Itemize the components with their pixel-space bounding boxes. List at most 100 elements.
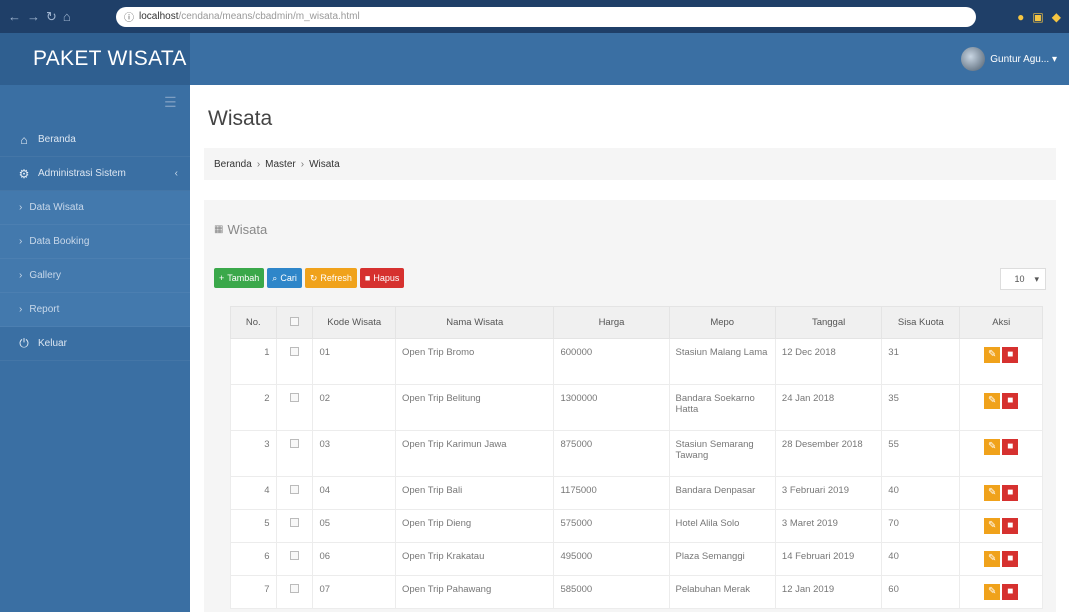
site-info-icon[interactable]: ⓘ: [124, 9, 134, 24]
address-bar[interactable]: ⓘ localhost /cendana/means/cbadmin/m_wis…: [116, 6, 976, 27]
edit-icon[interactable]: ✎: [984, 551, 1001, 567]
cell-nama: Open Trip Karimun Jawa: [394, 430, 555, 477]
cell-no: 3: [230, 430, 277, 477]
cell-select: [275, 476, 314, 510]
header-tanggal[interactable]: Tanggal: [774, 306, 883, 339]
trash-icon[interactable]: ■: [1002, 518, 1019, 534]
reload-icon[interactable]: ↻: [46, 9, 57, 25]
table-icon: ▦: [214, 224, 224, 235]
trash-icon[interactable]: ■: [1002, 551, 1019, 567]
row-checkbox[interactable]: [290, 347, 300, 356]
main-content: Wisata Beranda › Master › Wisata ▦ Wisat…: [190, 85, 1069, 612]
user-name: Guntur Agu... ▾: [990, 53, 1057, 65]
cell-harga: 495000: [553, 542, 670, 576]
cell-kode: 01: [312, 338, 396, 385]
sidebar-item-label: Report: [29, 304, 60, 315]
cell-no: 7: [230, 575, 277, 609]
breadcrumb-item: Wisata: [309, 158, 340, 170]
header-harga[interactable]: Harga: [553, 306, 670, 339]
cell-select: [275, 430, 314, 477]
select-all-checkbox[interactable]: [290, 316, 300, 326]
panel-title-text: Wisata: [227, 222, 268, 237]
search-button-label: Cari: [280, 273, 297, 283]
back-icon[interactable]: ←: [8, 9, 21, 25]
menu-toggle-icon[interactable]: ☰: [164, 95, 180, 109]
user-menu[interactable]: Guntur Agu... ▾: [961, 47, 1069, 71]
cell-mepo: Bandara Soekarno Hatta: [668, 384, 776, 431]
cell-mepo: Hotel Alila Solo: [668, 509, 776, 543]
extension-icon[interactable]: ▣: [1032, 10, 1043, 24]
header-kode[interactable]: Kode Wisata: [312, 306, 396, 339]
sidebar-item-gallery[interactable]: › Gallery: [0, 259, 190, 293]
header-mepo[interactable]: Mepo: [668, 306, 776, 339]
forward-icon[interactable]: →: [27, 9, 40, 25]
edit-icon[interactable]: ✎: [984, 347, 1001, 363]
cell-no: 2: [230, 384, 277, 431]
sidebar-item-administrasi[interactable]: ⚙ Administrasi Sistem ‹: [0, 157, 190, 191]
cell-tanggal: 28 Desember 2018: [774, 430, 883, 477]
sidebar-item-label: Data Wisata: [29, 202, 84, 213]
cell-harga: 1175000: [553, 476, 670, 510]
add-button[interactable]: + Tambah: [214, 268, 265, 288]
trash-icon[interactable]: ■: [1002, 584, 1019, 600]
table-row: 6 06 Open Trip Krakatau 495000 Plaza Sem…: [230, 542, 1043, 576]
page-size-select[interactable]: 10 ▾: [1000, 268, 1046, 290]
extension-icon[interactable]: ●: [1017, 10, 1024, 24]
cell-mepo: Stasiun Semarang Tawang: [668, 430, 776, 477]
breadcrumb-item[interactable]: Beranda: [214, 159, 252, 170]
trash-icon[interactable]: ■: [1002, 485, 1019, 501]
table-header-row: No. Kode Wisata Nama Wisata Harga Mepo T…: [230, 306, 1043, 339]
cell-kuota: 40: [881, 542, 961, 576]
row-checkbox[interactable]: [290, 584, 300, 593]
chevron-right-icon: ›: [19, 270, 23, 281]
cell-kode: 05: [312, 509, 396, 543]
header-kuota[interactable]: Sisa Kuota: [881, 306, 961, 339]
cogs-icon: ⚙: [18, 166, 30, 181]
sidebar: ☰ ⌂ Beranda ⚙ Administrasi Sistem ‹ › Da…: [0, 85, 190, 612]
row-checkbox[interactable]: [290, 393, 300, 402]
search-icon: ⌕: [272, 272, 278, 283]
brand-logo[interactable]: PAKET WISATA: [0, 33, 190, 85]
edit-icon[interactable]: ✎: [984, 485, 1001, 501]
header-no[interactable]: No.: [230, 306, 277, 339]
profile-icon[interactable]: ◆: [1052, 10, 1061, 24]
sidebar-item-data-booking[interactable]: › Data Booking: [0, 225, 190, 259]
home-browser-icon[interactable]: ⌂: [63, 9, 71, 25]
cell-mepo: Plaza Semanggi: [668, 542, 776, 576]
edit-icon[interactable]: ✎: [984, 518, 1001, 534]
cell-tanggal: 24 Jan 2018: [774, 384, 883, 431]
chevron-right-icon: ›: [19, 304, 23, 315]
refresh-icon: ↻: [309, 272, 318, 283]
sidebar-item-label: Keluar: [38, 338, 67, 349]
refresh-button[interactable]: ↻ Refresh: [304, 268, 357, 288]
sidebar-item-keluar[interactable]: ⏻ Keluar: [0, 327, 190, 361]
cell-tanggal: 12 Dec 2018: [774, 338, 883, 385]
top-navbar: PAKET WISATA Guntur Agu... ▾: [0, 33, 1069, 85]
edit-icon[interactable]: ✎: [984, 439, 1001, 455]
sidebar-item-beranda[interactable]: ⌂ Beranda: [0, 123, 190, 157]
table-row: 2 02 Open Trip Belitung 1300000 Bandara …: [230, 384, 1043, 431]
plus-icon: +: [219, 273, 225, 283]
cell-mepo: Bandara Denpasar: [668, 476, 776, 510]
trash-icon: ■: [364, 273, 371, 283]
row-checkbox[interactable]: [290, 518, 300, 527]
edit-icon[interactable]: ✎: [984, 584, 1001, 600]
sidebar-item-report[interactable]: › Report: [0, 293, 190, 327]
search-button[interactable]: ⌕ Cari: [267, 268, 302, 288]
cell-harga: 875000: [553, 430, 670, 477]
header-nama[interactable]: Nama Wisata: [394, 306, 555, 339]
breadcrumb-item[interactable]: Master: [265, 159, 296, 170]
sidebar-item-data-wisata[interactable]: › Data Wisata: [0, 191, 190, 225]
row-checkbox[interactable]: [290, 439, 300, 448]
row-checkbox[interactable]: [290, 551, 300, 560]
trash-icon[interactable]: ■: [1002, 439, 1019, 455]
browser-nav: ← → ↻ ⌂: [8, 9, 116, 25]
cell-kuota: 70: [881, 509, 961, 543]
action-toolbar: + Tambah ⌕ Cari ↻ Refresh ■ Hapus: [214, 268, 405, 288]
trash-icon[interactable]: ■: [1002, 347, 1019, 363]
delete-button[interactable]: ■ Hapus: [359, 268, 405, 288]
row-checkbox[interactable]: [290, 485, 300, 494]
edit-icon[interactable]: ✎: [984, 393, 1001, 409]
sidebar-item-label: Administrasi Sistem: [38, 168, 126, 179]
trash-icon[interactable]: ■: [1002, 393, 1019, 409]
